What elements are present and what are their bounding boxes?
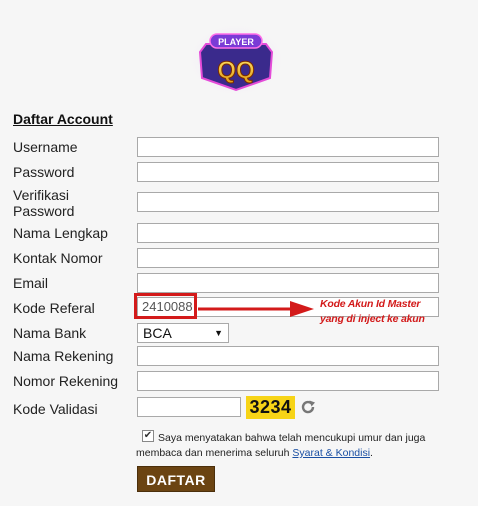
form-title: Daftar Account bbox=[13, 111, 113, 127]
account-number-label: Nomor Rekening bbox=[13, 373, 119, 389]
verify-password-label-line2: Password bbox=[13, 203, 75, 219]
agree-checkbox[interactable]: ✔ bbox=[142, 430, 154, 442]
referral-code-label: Kode Referal bbox=[13, 300, 95, 316]
verify-password-input[interactable] bbox=[137, 192, 439, 212]
agreement-text: Saya menyatakan bahwa telah mencukupi um… bbox=[136, 431, 458, 461]
logo-top-text: PLAYER bbox=[218, 37, 254, 47]
email-label: Email bbox=[13, 275, 49, 291]
username-input[interactable] bbox=[137, 137, 439, 157]
player-qq-logo: PLAYER QQ bbox=[186, 20, 286, 98]
account-name-label: Nama Rekening bbox=[13, 348, 114, 364]
annotation-line2: yang di inject ke akun bbox=[320, 313, 425, 325]
bank-select[interactable]: BCA ▼ bbox=[137, 323, 229, 343]
register-button[interactable]: DAFTAR bbox=[137, 466, 215, 492]
referral-highlight-box bbox=[134, 293, 197, 319]
contact-number-label: Kontak Nomor bbox=[13, 250, 103, 266]
password-label: Password bbox=[13, 164, 75, 180]
agreement-text-line2: membaca dan menerima seluruh bbox=[136, 447, 290, 459]
email-input[interactable] bbox=[137, 273, 439, 293]
validation-code-label: Kode Validasi bbox=[13, 401, 98, 417]
terms-link[interactable]: Syarat & Kondisi bbox=[292, 447, 370, 459]
account-number-input[interactable] bbox=[137, 371, 439, 391]
contact-number-input[interactable] bbox=[137, 248, 439, 268]
dropdown-arrow-icon: ▼ bbox=[214, 328, 223, 338]
refresh-icon[interactable] bbox=[299, 398, 317, 416]
annotation-arrow-icon bbox=[198, 301, 314, 317]
account-name-input[interactable] bbox=[137, 346, 439, 366]
captcha-image: 3234 bbox=[246, 396, 295, 419]
verify-password-label-line1: Verifikasi bbox=[13, 187, 70, 203]
validation-code-input[interactable] bbox=[137, 397, 241, 417]
bank-select-value: BCA bbox=[143, 325, 172, 341]
password-input[interactable] bbox=[137, 162, 439, 182]
agreement-end: . bbox=[370, 447, 373, 459]
annotation-line1: Kode Akun Id Master bbox=[320, 298, 421, 310]
logo-main-text: QQ bbox=[217, 57, 254, 84]
full-name-input[interactable] bbox=[137, 223, 439, 243]
full-name-label: Nama Lengkap bbox=[13, 225, 108, 241]
bank-name-label: Nama Bank bbox=[13, 325, 87, 341]
username-label: Username bbox=[13, 139, 78, 155]
agreement-text-line1: Saya menyatakan bahwa telah mencukupi um… bbox=[158, 432, 426, 444]
verify-password-label: Verifikasi Password bbox=[13, 187, 74, 219]
